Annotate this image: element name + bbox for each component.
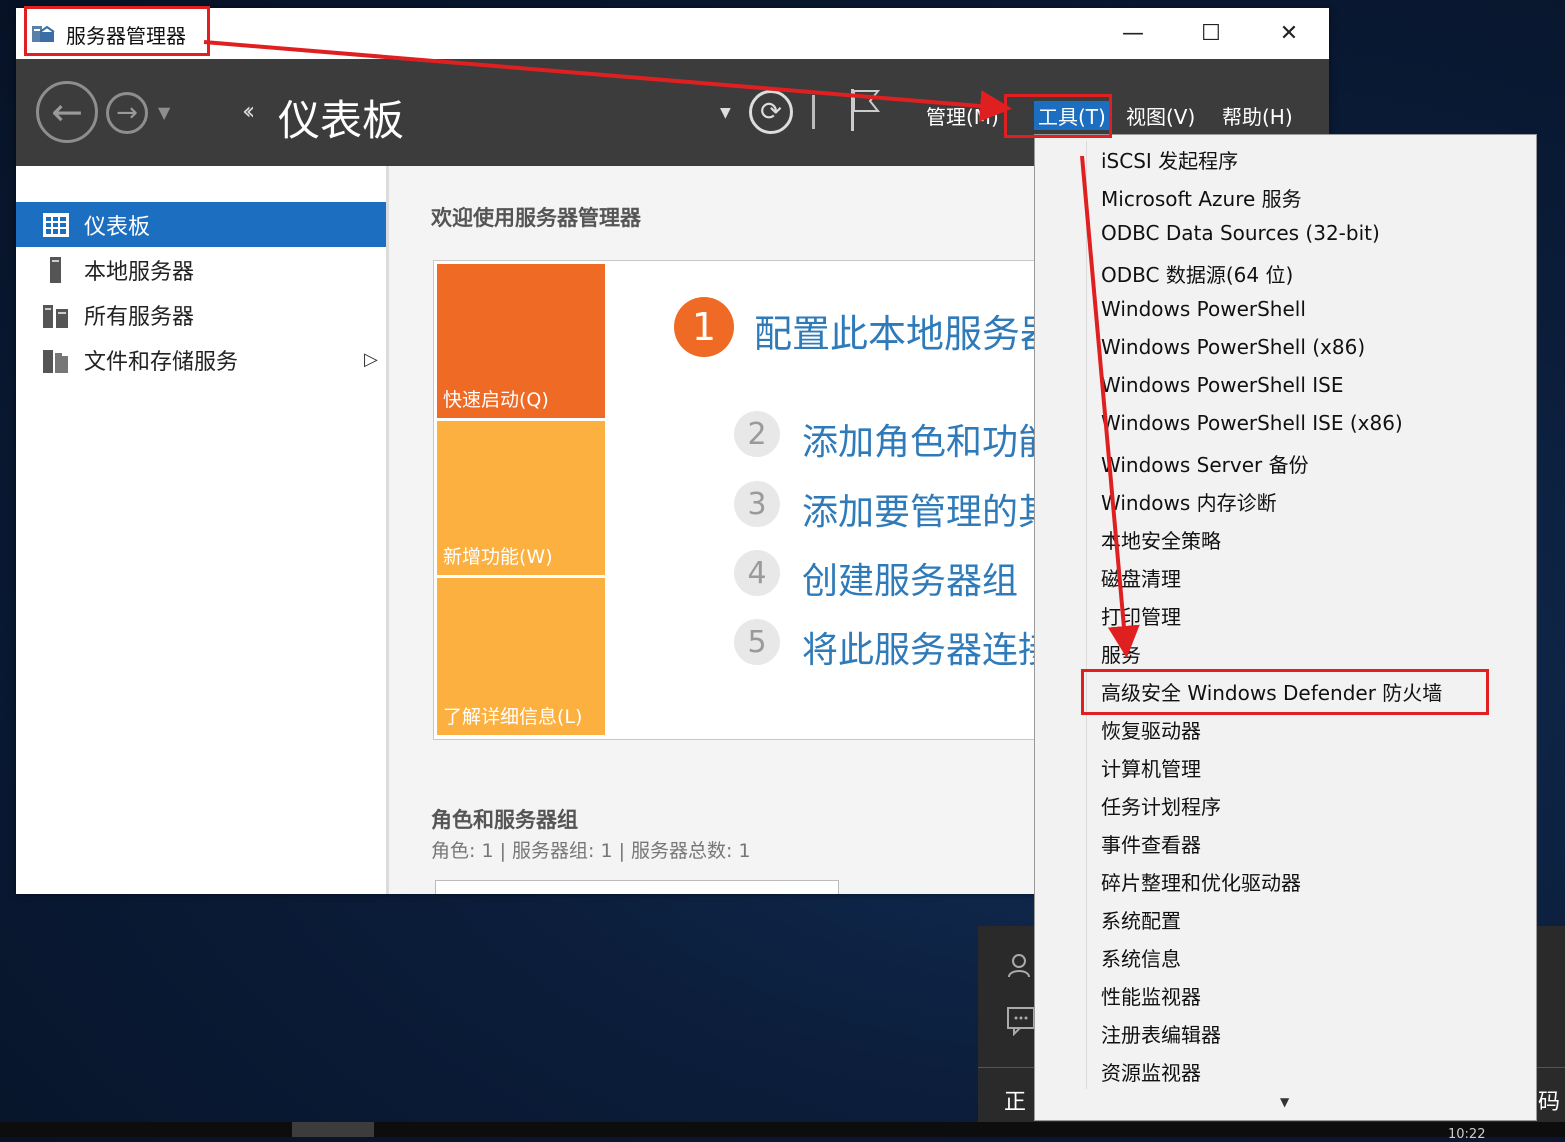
step-number-3: 3 (734, 481, 780, 527)
menu-item-powershell-x86[interactable]: Windows PowerShell (x86) (1101, 335, 1365, 359)
minimize-button[interactable]: — (1094, 8, 1172, 58)
menu-help[interactable]: 帮助(H) (1222, 101, 1293, 130)
annotation-box-tools-menu (1004, 94, 1112, 138)
roles-heading: 角色和服务器组 (431, 808, 578, 832)
menu-icon-gutter (1086, 141, 1087, 1089)
menu-manage[interactable]: 管理(M) (926, 101, 999, 130)
menu-item-defragment[interactable]: 碎片整理和优化驱动器 (1101, 867, 1301, 896)
chat-bubble-icon (1007, 1007, 1035, 1036)
menu-item-azure[interactable]: Microsoft Azure 服务 (1101, 183, 1302, 212)
step-number-1: 1 (674, 297, 734, 357)
breadcrumb-title: 仪表板 (278, 96, 405, 145)
refresh-icon[interactable]: ⟳ (749, 90, 793, 134)
dashboard-icon (43, 212, 69, 237)
menu-item-resource-monitor[interactable]: 资源监视器 (1101, 1057, 1201, 1086)
menu-item-task-scheduler[interactable]: 任务计划程序 (1101, 791, 1221, 820)
scroll-down-arrow-icon[interactable]: ▼ (1280, 1095, 1289, 1109)
taskbar-clock: 10:22 (1448, 1127, 1486, 1142)
tile-quick-start[interactable]: 快速启动(Q) (437, 264, 605, 418)
annotation-box-window-title (24, 6, 210, 56)
person-icon (1008, 954, 1030, 978)
menu-item-powershell-ise-x86[interactable]: Windows PowerShell ISE (x86) (1101, 411, 1403, 435)
sidebar: 仪表板 本地服务器 所有服务器 文件和存储服务 ▷ (16, 166, 389, 894)
sidebar-item-local-server[interactable]: 本地服务器 (16, 247, 386, 292)
tile-learn-more-label: 了解详细信息(L) (443, 706, 583, 728)
sidebar-item-dashboard[interactable]: 仪表板 (16, 202, 386, 247)
roles-summary: 角色: 1 | 服务器组: 1 | 服务器总数: 1 (431, 840, 751, 862)
menu-item-print-management[interactable]: 打印管理 (1101, 601, 1181, 630)
sidebar-item-label: 本地服务器 (84, 259, 195, 285)
menu-item-computer-management[interactable]: 计算机管理 (1101, 753, 1201, 782)
expand-chevron-right-icon[interactable]: ▷ (364, 349, 378, 370)
taskbar (0, 1122, 1565, 1137)
menu-item-odbc-64[interactable]: ODBC 数据源(64 位) (1101, 259, 1293, 288)
step-create-group[interactable]: 创建服务器组 (802, 552, 1018, 604)
menu-item-iscsi[interactable]: iSCSI 发起程序 (1101, 145, 1238, 174)
sidebar-item-label: 文件和存储服务 (84, 349, 239, 375)
welcome-heading: 欢迎使用服务器管理器 (431, 206, 641, 230)
menu-item-odbc-32[interactable]: ODBC Data Sources (32-bit) (1101, 221, 1380, 245)
forward-arrow-icon[interactable]: → (106, 92, 148, 134)
menu-item-registry-editor[interactable]: 注册表编辑器 (1101, 1019, 1221, 1048)
step-add-roles[interactable]: 添加角色和功能 (802, 413, 1054, 465)
role-tile[interactable] (435, 880, 839, 894)
step-number-5: 5 (734, 619, 780, 665)
menu-item-system-configuration[interactable]: 系统配置 (1101, 905, 1181, 934)
sidebar-item-file-storage[interactable]: 文件和存储服务 ▷ (16, 337, 386, 382)
menu-item-performance-monitor[interactable]: 性能监视器 (1101, 981, 1201, 1010)
tools-dropdown-menu: iSCSI 发起程序 Microsoft Azure 服务 ODBC Data … (1034, 134, 1537, 1121)
menu-item-powershell[interactable]: Windows PowerShell (1101, 297, 1306, 321)
tile-learn-more[interactable]: 了解详细信息(L) (437, 578, 605, 735)
back-arrow-icon[interactable]: ← (36, 81, 98, 143)
menu-item-windows-server-backup[interactable]: Windows Server 备份 (1101, 449, 1309, 478)
menu-item-memory-diagnostic[interactable]: Windows 内存诊断 (1101, 487, 1277, 516)
notification-text-right: 码 (1538, 1090, 1561, 1115)
menu-item-system-information[interactable]: 系统信息 (1101, 943, 1181, 972)
history-dropdown-icon[interactable]: ▼ (158, 103, 170, 122)
maximize-button[interactable]: ☐ (1172, 8, 1250, 58)
storage-icon (43, 349, 68, 373)
tile-whats-new-label: 新增功能(W) (443, 546, 553, 568)
sidebar-item-label: 所有服务器 (84, 304, 195, 330)
step-configure-local-server[interactable]: 配置此本地服务器 (754, 303, 1058, 358)
menu-item-services[interactable]: 服务 (1101, 639, 1141, 668)
toolbar-divider (812, 95, 815, 129)
breadcrumb-dropdown-icon[interactable]: ▼ (720, 105, 731, 121)
server-icon (50, 256, 61, 283)
sidebar-item-all-servers[interactable]: 所有服务器 (16, 292, 386, 337)
notification-text-left: 正 (1004, 1090, 1027, 1115)
menu-item-local-security-policy[interactable]: 本地安全策略 (1101, 525, 1221, 554)
menu-item-disk-cleanup[interactable]: 磁盘清理 (1101, 563, 1181, 592)
double-chevron-left-icon[interactable]: ‹‹ (242, 97, 255, 125)
servers-icon (43, 304, 68, 328)
title-bar[interactable]: 服务器管理器 — ☐ ✕ (16, 8, 1329, 59)
menu-item-event-viewer[interactable]: 事件查看器 (1101, 829, 1201, 858)
tile-whats-new[interactable]: 新增功能(W) (437, 421, 605, 575)
step-number-4: 4 (734, 550, 780, 596)
menu-item-recovery-drive[interactable]: 恢复驱动器 (1101, 715, 1201, 744)
step-number-2: 2 (734, 411, 780, 457)
annotation-box-firewall-item (1081, 669, 1489, 715)
notification-flag-icon[interactable] (848, 87, 882, 133)
menu-item-powershell-ise[interactable]: Windows PowerShell ISE (1101, 373, 1343, 397)
close-button[interactable]: ✕ (1250, 8, 1328, 58)
sidebar-item-label: 仪表板 (84, 214, 151, 240)
menu-view[interactable]: 视图(V) (1126, 101, 1195, 130)
taskbar-button[interactable] (292, 1122, 374, 1137)
tile-quick-start-label: 快速启动(Q) (443, 389, 549, 411)
